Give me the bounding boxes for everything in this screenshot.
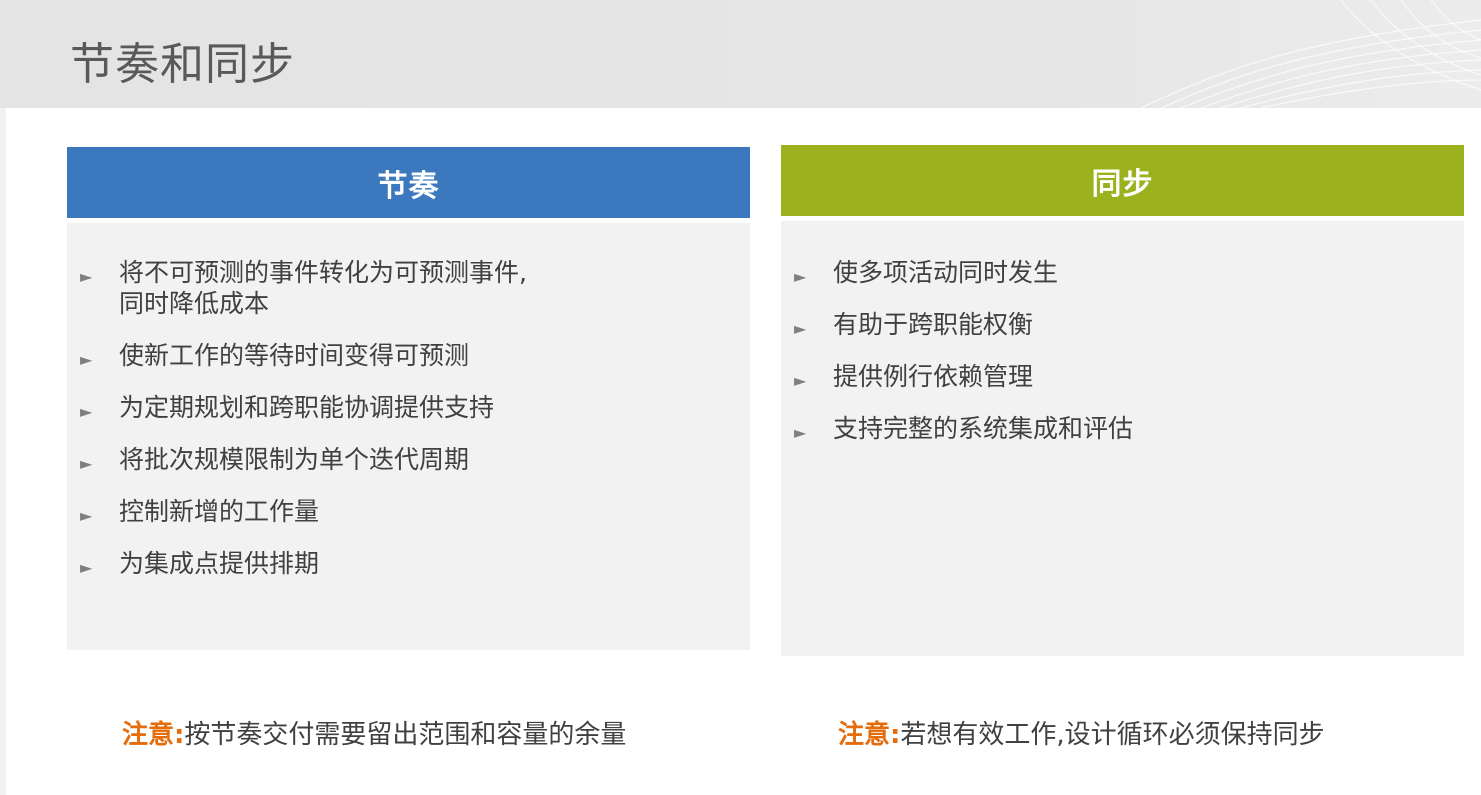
triangle-right-icon: ► <box>80 506 93 525</box>
list-item: ► 控制新增的工作量 <box>67 496 750 527</box>
list-item-text: 使多项活动同时发生 <box>833 258 1059 287</box>
page-title: 节奏和同步 <box>70 39 295 90</box>
header-band: 节奏和同步 <box>0 0 1481 108</box>
cadence-heading: 节奏 <box>67 147 750 218</box>
list-item-text: 控制新增的工作量 <box>119 497 320 526</box>
note-label: 注意: <box>122 720 185 750</box>
list-item-text: 有助于跨职能权衡 <box>833 310 1034 339</box>
list-item: ► 支持完整的系统集成和评估 <box>781 413 1464 444</box>
synchronization-note: 注意:若想有效工作,设计循环必须保持同步 <box>838 714 1325 751</box>
list-item: ► 将批次规模限制为单个迭代周期 <box>67 444 750 475</box>
slide: 节奏和同步 节奏 ► 将不可预测的事件转化为可预测事件, 同时降低成本 ► 使新… <box>0 0 1481 795</box>
triangle-right-icon: ► <box>794 319 807 338</box>
triangle-right-icon: ► <box>794 423 807 442</box>
list-item: ► 有助于跨职能权衡 <box>781 309 1464 340</box>
list-item-text: 提供例行依赖管理 <box>833 362 1034 391</box>
triangle-right-icon: ► <box>80 454 93 473</box>
list-item-text: 为定期规划和跨职能协调提供支持 <box>119 393 495 422</box>
triangle-right-icon: ► <box>80 558 93 577</box>
list-item-text: 同时降低成本 <box>119 289 270 318</box>
synchronization-list: ► 使多项活动同时发生 ► 有助于跨职能权衡 ► 提供例行依赖管理 ► 支持完整… <box>781 257 1464 465</box>
list-item: ► 为定期规划和跨职能协调提供支持 <box>67 392 750 423</box>
list-item-text: 使新工作的等待时间变得可预测 <box>119 341 470 370</box>
cadence-panel: 节奏 ► 将不可预测的事件转化为可预测事件, 同时降低成本 ► 使新工作的等待时… <box>67 147 750 650</box>
note-text: 按节奏交付需要留出范围和容量的余量 <box>184 720 627 750</box>
triangle-right-icon: ► <box>794 371 807 390</box>
list-item: ► 使多项活动同时发生 <box>781 257 1464 288</box>
list-item-text: 支持完整的系统集成和评估 <box>833 414 1134 443</box>
list-item-text: 为集成点提供排期 <box>119 549 320 578</box>
synchronization-panel: 同步 ► 使多项活动同时发生 ► 有助于跨职能权衡 ► 提供例行依赖管理 ► 支… <box>781 145 1464 656</box>
triangle-right-icon: ► <box>80 267 93 286</box>
panel-divider <box>781 216 1464 221</box>
panel-divider <box>67 218 750 223</box>
note-text: 若想有效工作,设计循环必须保持同步 <box>900 720 1325 750</box>
list-item: ► 使新工作的等待时间变得可预测 <box>67 340 750 371</box>
list-item-text: 将不可预测的事件转化为可预测事件, <box>119 258 527 287</box>
cadence-list: ► 将不可预测的事件转化为可预测事件, 同时降低成本 ► 使新工作的等待时间变得… <box>67 257 750 600</box>
list-item-text: 将批次规模限制为单个迭代周期 <box>119 445 470 474</box>
list-item: ► 为集成点提供排期 <box>67 548 750 579</box>
triangle-right-icon: ► <box>80 350 93 369</box>
list-item: ► 将不可预测的事件转化为可预测事件, 同时降低成本 <box>67 257 750 319</box>
cadence-note: 注意:按节奏交付需要留出范围和容量的余量 <box>122 714 626 751</box>
wave-decoration-icon <box>1141 0 1481 108</box>
list-item: ► 提供例行依赖管理 <box>781 361 1464 392</box>
triangle-right-icon: ► <box>80 402 93 421</box>
triangle-right-icon: ► <box>794 267 807 286</box>
note-label: 注意: <box>838 720 901 750</box>
synchronization-heading: 同步 <box>781 145 1464 216</box>
